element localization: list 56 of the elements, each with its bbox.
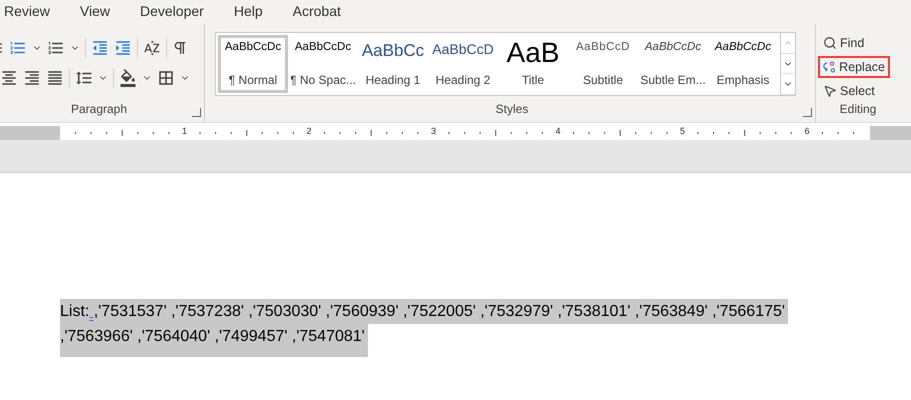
menu-tab[interactable]: Developer (140, 1, 204, 23)
ruler-number: 5 (680, 126, 685, 136)
style-preview: AaBbCcD (432, 41, 494, 57)
style-item[interactable]: AaBbCc Heading 1 (358, 35, 428, 93)
style-preview: AaBbCcDc (294, 41, 352, 53)
pilcrow-icon[interactable] (172, 40, 188, 56)
search-icon (823, 36, 837, 50)
style-label: Title (522, 73, 544, 87)
list-icon[interactable] (47, 39, 65, 57)
ruler-number: 3 (431, 126, 436, 136)
replace-icon (823, 59, 836, 75)
menu-tab[interactable]: Review (4, 1, 50, 23)
decrease-indent-icon[interactable] (91, 39, 109, 57)
align-center-icon[interactable] (0, 69, 18, 87)
ruler-number: 2 (306, 126, 312, 136)
group-label: Paragraph (70, 102, 128, 118)
style-item[interactable]: AaB Title (498, 35, 568, 93)
style-item[interactable]: AaBbCcDc Emphasis (708, 35, 778, 93)
increase-indent-icon[interactable] (114, 39, 132, 57)
style-label: Heading 1 (366, 73, 420, 87)
style-item[interactable]: AaBbCcD Heading 2 (428, 35, 498, 93)
dialog-launcher-icon[interactable] (192, 108, 201, 117)
style-label: ¶ Normal (228, 73, 278, 87)
style-item[interactable]: AaBbCcDc ¶ Normal (218, 35, 288, 93)
ruler-number: 4 (556, 126, 560, 136)
menu-tab[interactable]: Help (234, 1, 263, 23)
shading-icon[interactable] (119, 69, 137, 87)
numbering-icon[interactable] (9, 39, 27, 57)
ruler-number: 1 (182, 126, 187, 136)
style-preview: AaBbCc (362, 41, 424, 61)
dialog-launcher-icon[interactable] (803, 108, 812, 117)
style-label: Subtitle (582, 73, 624, 87)
line-spacing-icon[interactable] (75, 69, 93, 87)
ribbon-command[interactable]: Replace (818, 56, 890, 78)
style-preview: AaB (506, 41, 560, 65)
menu-tab[interactable]: Acrobat (292, 1, 341, 23)
style-label: Subtle Em... (641, 73, 705, 87)
group-label: Styles (496, 102, 528, 118)
style-preview: AaBbCcDc (644, 41, 702, 53)
style-item[interactable]: AaBbCcD Subtitle (568, 35, 638, 93)
align-right-icon[interactable] (23, 69, 41, 87)
style-preview: AaBbCcD (576, 41, 630, 53)
justify-icon[interactable] (46, 69, 64, 87)
style-label: Heading 2 (436, 73, 490, 87)
style-preview: AaBbCcDc (714, 41, 772, 53)
style-label: Emphasis (716, 73, 770, 87)
ruler-number: 6 (804, 126, 810, 136)
group-label: Editing (840, 102, 876, 118)
borders-icon[interactable] (157, 69, 175, 87)
ribbon-command[interactable]: Find (818, 32, 890, 54)
sort-icon[interactable] (143, 39, 161, 57)
style-item[interactable]: AaBbCcDc Subtle Em... (638, 35, 708, 93)
menu-tab[interactable]: View (80, 1, 110, 23)
ribbon-command[interactable]: Select (818, 80, 890, 102)
style-preview: AaBbCcDc (224, 41, 282, 53)
cursor-icon (823, 84, 837, 98)
